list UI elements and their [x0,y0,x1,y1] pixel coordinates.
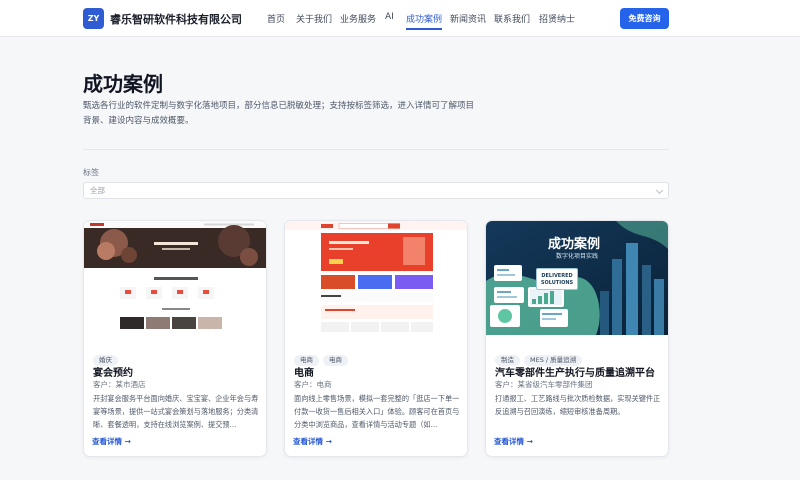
company-name[interactable]: 睿乐智研软件科技有限公司 [110,11,242,27]
case-client: 客户：电商 [294,380,332,389]
case-tags: 婚庆 [93,347,122,366]
logo-badge[interactable]: ZY [83,8,104,29]
section-divider [83,149,669,150]
case-tags: 电商 电商 [294,347,352,366]
tag-filter-value: 全部 [90,186,105,195]
tag-filter-label: 标签 [83,168,99,177]
view-details-link-banquet[interactable]: 查看详情 → [92,436,131,447]
view-details-link-manufacturing[interactable]: 查看详情 → [494,436,533,447]
nav-item-careers[interactable]: 招贤纳士 [539,12,575,25]
case-tags: 制造 MES / 质量追溯 [495,347,586,366]
case-tag[interactable]: 电商 [323,355,348,366]
chevron-down-icon [655,186,664,195]
tag-filter-select[interactable]: 全部 [83,182,669,199]
case-card-banquet[interactable]: 婚庆 宴会预约 客户：某市酒店 开封宴会服务平台面向婚庆、宝宝宴、企业年会与寿宴… [83,220,267,457]
nav-item-cases[interactable]: 成功案例 [406,12,443,30]
page-title: 成功案例 [83,72,163,96]
case-title[interactable]: 宴会预约 [93,364,133,379]
nav-item-services[interactable]: 业务服务 [340,12,376,25]
page-description: 甄选各行业的软件定制与数字化落地项目，部分信息已脱敏处理；支持按标签筛选，进入详… [83,101,475,126]
case-client: 客户：某市酒店 [93,380,146,389]
case-thumbnail-ecommerce [285,221,467,335]
free-consult-button[interactable]: 免费咨询 [620,8,669,29]
case-card-ecommerce[interactable]: 电商 电商 电商 客户：电商 面向线上零售场景，模拟一套完整的「逛店一下单一付款一… [284,220,468,457]
case-title[interactable]: 电商 [294,364,314,379]
case-title[interactable]: 汽车零部件生产执行与质量追溯平台 [495,364,655,379]
case-thumbnail-manufacturing: 成功案例 数字化项目实践 DELIVERED SOLUTIONS [486,221,668,335]
case-card-manufacturing[interactable]: 成功案例 数字化项目实践 DELIVERED SOLUTIONS 制造 MES /… [485,220,669,457]
view-details-link-ecommerce[interactable]: 查看详情 → [293,436,332,447]
badge-line-1: DELIVERED [541,273,573,279]
nav-item-contact[interactable]: 联系我们 [494,12,530,25]
nav-item-home[interactable]: 首页 [267,12,285,25]
nav-item-ai[interactable]: AI [385,12,394,22]
delivered-solutions-badge: DELIVERED SOLUTIONS [536,268,578,290]
case-thumbnail-banquet [84,221,266,335]
badge-line-2: SOLUTIONS [540,280,574,286]
nav-item-about[interactable]: 关于我们 [296,12,332,25]
thumb-title: 成功案例 [548,237,601,252]
case-client: 客户：某省级汽车零部件集团 [495,380,593,389]
nav-item-news[interactable]: 新闻资讯 [450,12,486,25]
thumb-subtitle: 数字化项目实践 [556,253,599,260]
site-header: ZY 睿乐智研软件科技有限公司 首页 关于我们 业务服务 AI 成功案例 新闻资… [0,0,800,37]
